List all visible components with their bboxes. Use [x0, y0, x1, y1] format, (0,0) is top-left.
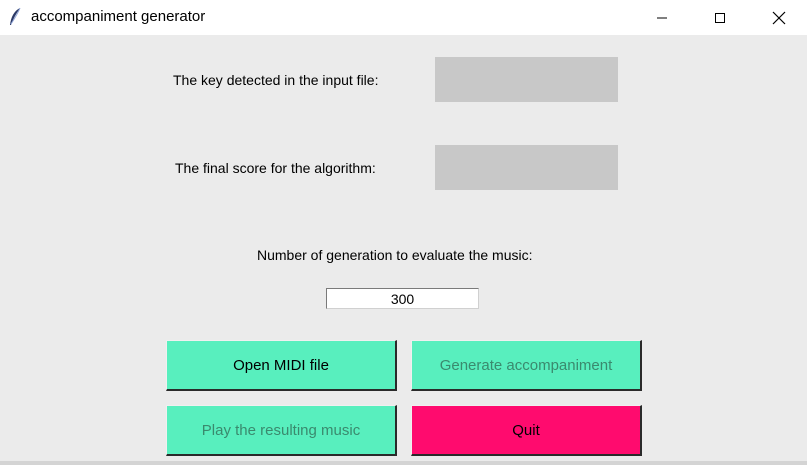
maximize-icon	[715, 12, 725, 23]
title-bar: accompaniment generator	[0, 0, 807, 35]
key-output	[435, 57, 618, 102]
window-bottom-edge	[0, 461, 807, 465]
app-window: accompaniment generator The key detected…	[0, 0, 807, 465]
score-output	[435, 145, 618, 190]
key-label: The key detected in the input file:	[173, 72, 379, 88]
window-title: accompaniment generator	[31, 8, 206, 25]
maximize-button[interactable]	[692, 0, 748, 35]
generation-label: Number of generation to evaluate the mus…	[257, 247, 533, 263]
score-label: The final score for the algorithm:	[175, 160, 376, 176]
minimize-button[interactable]	[634, 0, 690, 35]
quit-button[interactable]: Quit	[411, 405, 642, 456]
open-midi-button[interactable]: Open MIDI file	[166, 340, 397, 391]
generation-input[interactable]	[326, 288, 479, 309]
close-button[interactable]	[751, 0, 807, 35]
feather-icon	[10, 7, 21, 25]
close-icon	[772, 11, 786, 24]
play-music-button[interactable]: Play the resulting music	[166, 405, 397, 456]
minimize-icon	[657, 17, 667, 18]
generate-accompaniment-button[interactable]: Generate accompaniment	[411, 340, 642, 391]
